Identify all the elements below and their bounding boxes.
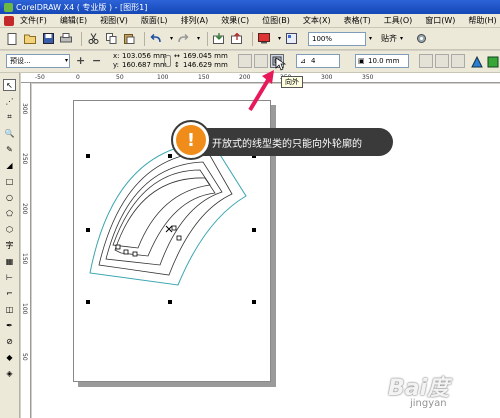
contour-line bbox=[98, 151, 233, 276]
selection-handle[interactable] bbox=[168, 300, 172, 304]
node-handle[interactable] bbox=[115, 244, 121, 250]
outer-contour-line bbox=[89, 141, 247, 286]
selection-handle[interactable] bbox=[252, 300, 256, 304]
node-handle[interactable] bbox=[171, 225, 177, 231]
pointer-arrow-icon bbox=[248, 78, 270, 112]
contour-line bbox=[114, 177, 216, 257]
selection-handle[interactable] bbox=[252, 228, 256, 232]
node-handle[interactable] bbox=[132, 251, 138, 257]
node-handle[interactable] bbox=[176, 235, 182, 241]
callout-text: 开放式的线型类的只能向外轮廓的 bbox=[212, 138, 362, 150]
node-handle[interactable] bbox=[123, 249, 129, 255]
watermark-subtext: jingyan bbox=[410, 398, 447, 409]
contour-drawing[interactable] bbox=[0, 0, 500, 418]
warning-badge: ! bbox=[171, 120, 211, 160]
original-curve[interactable] bbox=[112, 169, 211, 249]
button-tooltip: 向外 bbox=[281, 76, 303, 88]
exclamation-icon: ! bbox=[176, 125, 206, 155]
selection-handle[interactable] bbox=[86, 154, 90, 158]
center-marker-icon bbox=[165, 225, 173, 233]
selection-handle[interactable] bbox=[168, 154, 172, 158]
selection-handle[interactable] bbox=[86, 228, 90, 232]
mouse-cursor-icon bbox=[275, 57, 287, 71]
selection-handle[interactable] bbox=[86, 300, 90, 304]
